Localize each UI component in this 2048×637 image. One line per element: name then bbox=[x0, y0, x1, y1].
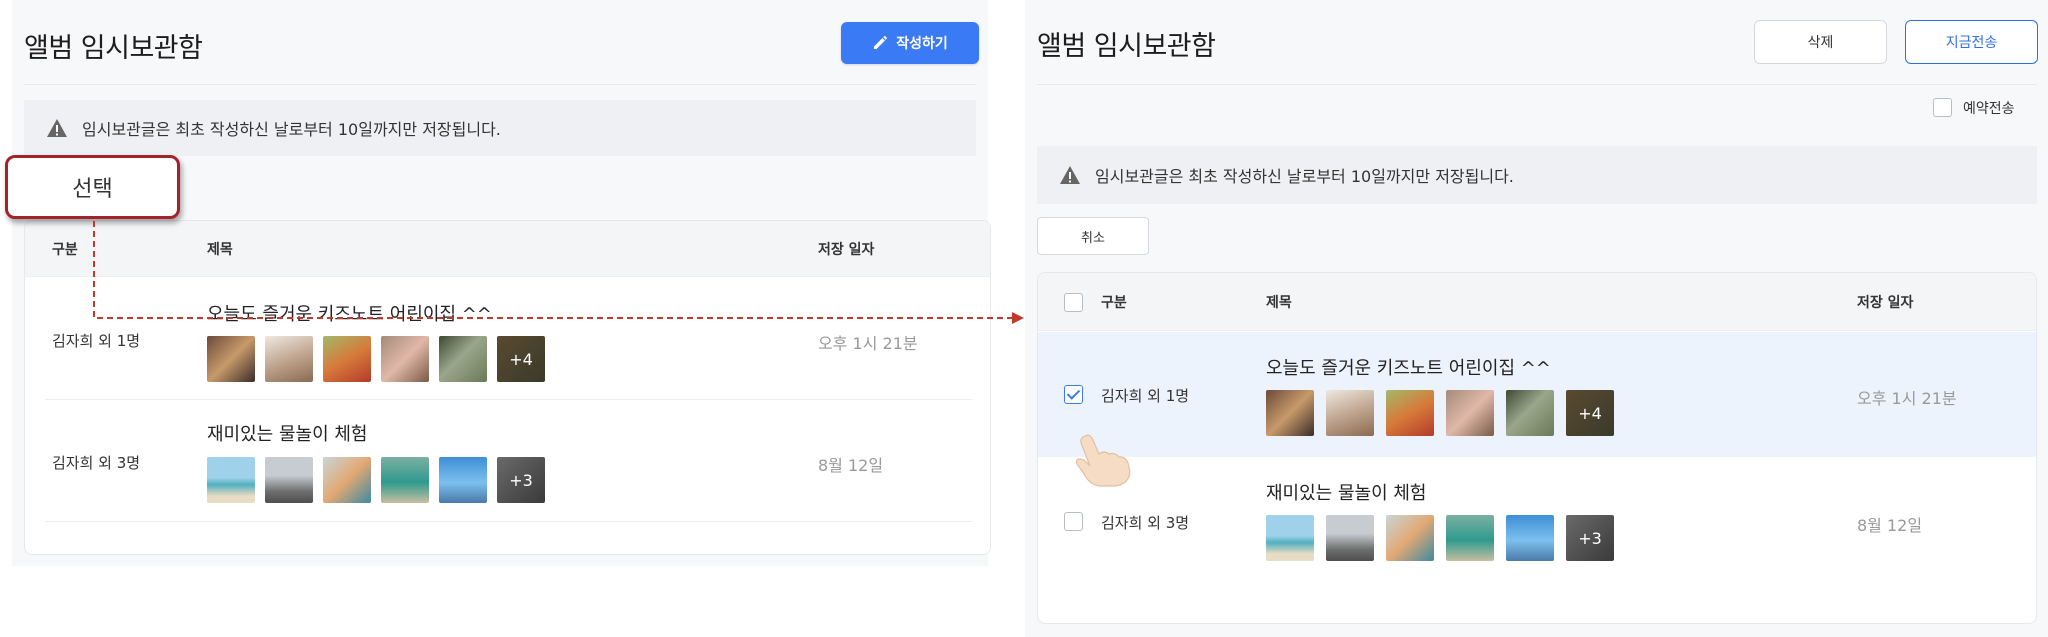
table-row-selected[interactable]: 김자희 외 1명 오늘도 즐거운 키즈노트 어린이집 ^^ +4 오후 1시 2… bbox=[1038, 332, 2036, 457]
photo-thumb bbox=[1446, 390, 1494, 436]
right-panel: 앨범 임시보관함 삭제 지금전송 예약전송 임시보관글은 최초 작성하신 날로부… bbox=[1025, 0, 2048, 637]
photo-thumb bbox=[323, 457, 371, 503]
photo-thumbnails: +3 bbox=[207, 457, 545, 503]
photo-thumb bbox=[1266, 390, 1314, 436]
row-checkbox[interactable] bbox=[1064, 385, 1083, 404]
draft-table: 구분 제목 저장 일자 김자희 외 1명 오늘도 즐거운 키즈노트 어린이집 ^… bbox=[1037, 272, 2037, 624]
more-photos-badge[interactable]: +3 bbox=[1566, 515, 1614, 561]
select-all-checkbox[interactable] bbox=[1064, 293, 1083, 312]
row-title: 오늘도 즐거운 키즈노트 어린이집 ^^ bbox=[1266, 358, 1551, 379]
notice-text: 임시보관글은 최초 작성하신 날로부터 10일까지만 저장됩니다. bbox=[82, 120, 501, 139]
more-photos-badge[interactable]: +3 bbox=[497, 457, 545, 503]
delete-button[interactable]: 삭제 bbox=[1754, 20, 1887, 64]
select-callout: 선택 bbox=[5, 155, 180, 219]
reserve-send-label: 예약전송 bbox=[1963, 101, 2015, 117]
col-title: 제목 bbox=[1266, 295, 1292, 311]
photo-thumb bbox=[265, 457, 313, 503]
write-button-label: 작성하기 bbox=[896, 36, 948, 52]
page-title: 앨범 임시보관함 bbox=[24, 33, 203, 64]
photo-thumbnails: +3 bbox=[1266, 515, 1614, 561]
table-row[interactable]: 김자희 외 3명 재미있는 물놀이 체험 +3 8월 12일 bbox=[25, 400, 990, 520]
photo-thumb bbox=[207, 457, 255, 503]
photo-thumbnails: +4 bbox=[1266, 390, 1614, 436]
notice-banner: 임시보관글은 최초 작성하신 날로부터 10일까지만 저장됩니다. bbox=[24, 100, 976, 156]
notice-banner: 임시보관글은 최초 작성하신 날로부터 10일까지만 저장됩니다. bbox=[1037, 146, 2037, 204]
table-row[interactable]: 김자희 외 3명 재미있는 물놀이 체험 +3 8월 12일 bbox=[1038, 457, 2036, 584]
photo-thumb bbox=[207, 336, 255, 382]
cancel-button[interactable]: 취소 bbox=[1037, 217, 1149, 255]
photo-thumb bbox=[381, 457, 429, 503]
photo-thumb bbox=[381, 336, 429, 382]
row-date: 8월 12일 bbox=[1857, 516, 1923, 535]
photo-thumb bbox=[1446, 515, 1494, 561]
row-author: 김자희 외 1명 bbox=[1101, 387, 1190, 405]
row-checkbox[interactable] bbox=[1064, 512, 1083, 531]
header-divider bbox=[1037, 84, 2037, 85]
photo-thumb bbox=[323, 336, 371, 382]
photo-thumb bbox=[265, 336, 313, 382]
hand-pointer-icon bbox=[1075, 434, 1131, 487]
row-date: 8월 12일 bbox=[818, 456, 884, 475]
photo-thumb bbox=[1386, 390, 1434, 436]
send-now-button[interactable]: 지금전송 bbox=[1905, 20, 2038, 64]
row-author: 김자희 외 3명 bbox=[52, 454, 141, 472]
warning-icon bbox=[47, 119, 67, 137]
col-date: 저장 일자 bbox=[818, 242, 875, 258]
photo-thumb bbox=[1386, 515, 1434, 561]
write-button[interactable]: 작성하기 bbox=[841, 22, 979, 64]
col-category: 구분 bbox=[1101, 295, 1127, 311]
row-date: 오후 1시 21분 bbox=[1857, 389, 1957, 408]
left-panel: 앨범 임시보관함 작성하기 임시보관글은 최초 작성하신 날로부터 10일까지만… bbox=[12, 0, 991, 566]
col-date: 저장 일자 bbox=[1857, 295, 1914, 311]
col-category: 구분 bbox=[52, 242, 78, 258]
page-title: 앨범 임시보관함 bbox=[1037, 31, 1216, 62]
row-author: 김자희 외 1명 bbox=[52, 332, 141, 350]
row-title: 재미있는 물놀이 체험 bbox=[1266, 483, 1427, 504]
table-header: 구분 제목 저장 일자 bbox=[1038, 273, 2036, 331]
notice-text: 임시보관글은 최초 작성하신 날로부터 10일까지만 저장됩니다. bbox=[1095, 167, 1514, 186]
photo-thumb bbox=[1266, 515, 1314, 561]
row-date: 오후 1시 21분 bbox=[818, 334, 918, 353]
photo-thumb bbox=[1326, 515, 1374, 561]
col-title: 제목 bbox=[207, 242, 233, 258]
row-author: 김자희 외 3명 bbox=[1101, 514, 1190, 532]
table-header: 구분 제목 저장 일자 bbox=[25, 221, 990, 277]
row-title: 재미있는 물놀이 체험 bbox=[207, 424, 368, 445]
table-row[interactable]: 김자희 외 1명 오늘도 즐거운 키즈노트 어린이집 ^^ +4 오후 1시 2… bbox=[25, 278, 990, 398]
row-title: 오늘도 즐거운 키즈노트 어린이집 ^^ bbox=[207, 304, 492, 325]
row-divider bbox=[45, 521, 972, 522]
photo-thumbnails: +4 bbox=[207, 336, 545, 382]
photo-thumb bbox=[1326, 390, 1374, 436]
warning-icon bbox=[1060, 166, 1080, 184]
photo-thumb bbox=[1506, 515, 1554, 561]
photo-thumb bbox=[439, 336, 487, 382]
pencil-icon bbox=[874, 36, 888, 49]
photo-thumb bbox=[1506, 390, 1554, 436]
photo-thumb bbox=[439, 457, 487, 503]
reserve-send-checkbox[interactable] bbox=[1933, 98, 1952, 117]
more-photos-badge[interactable]: +4 bbox=[497, 336, 545, 382]
more-photos-badge[interactable]: +4 bbox=[1566, 390, 1614, 436]
header-divider bbox=[24, 84, 976, 85]
draft-table: 구분 제목 저장 일자 김자희 외 1명 오늘도 즐거운 키즈노트 어린이집 ^… bbox=[24, 220, 991, 555]
